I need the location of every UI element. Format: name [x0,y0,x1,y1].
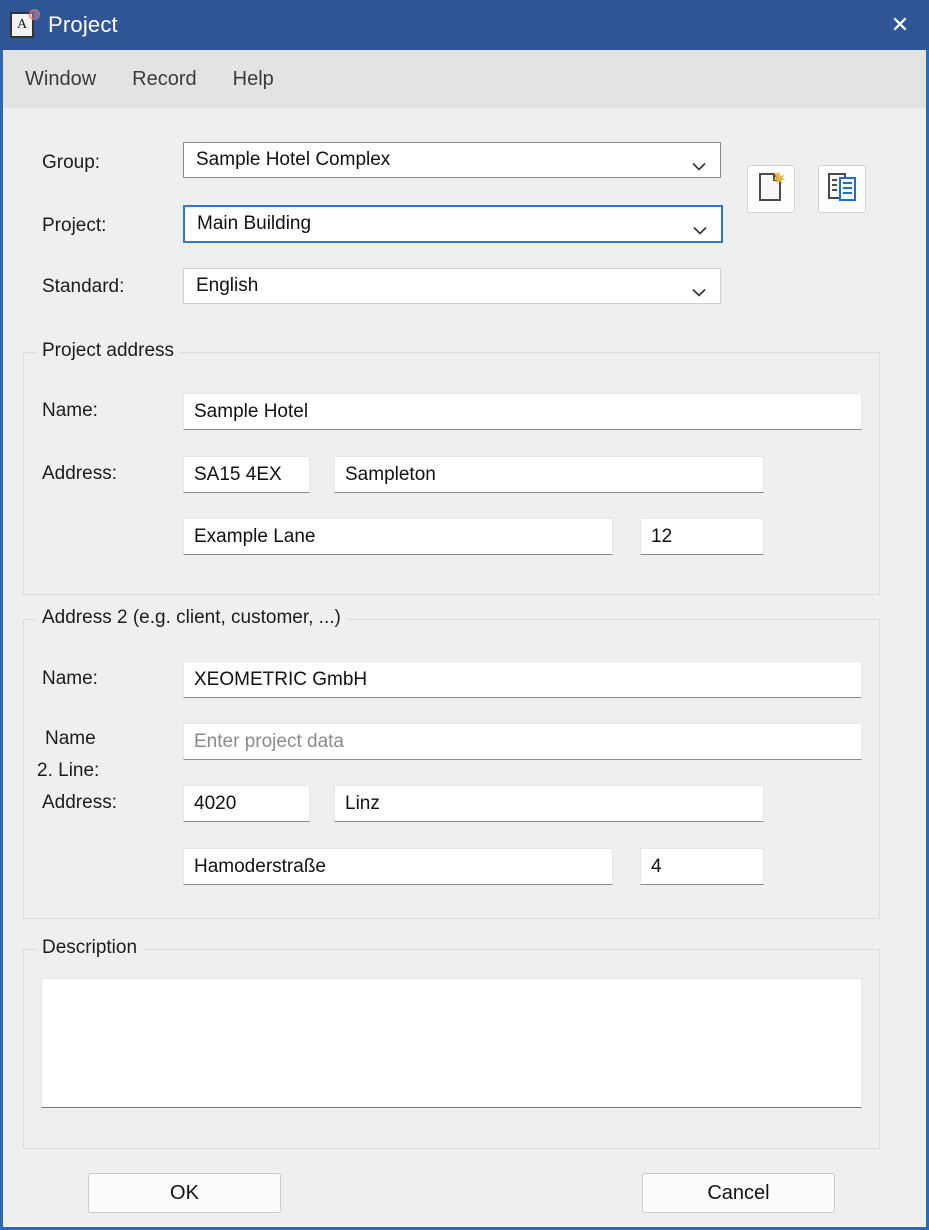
address2-zip-input[interactable]: 4020 [183,785,310,822]
copy-document-icon [826,171,858,208]
cancel-button[interactable]: Cancel [642,1173,835,1213]
address2-number-input[interactable]: 4 [640,848,764,885]
address2-name-input[interactable]: XEOMETRIC GmbH [183,661,862,698]
standard-combobox-value: English [196,275,259,296]
project-address-name-input[interactable]: Sample Hotel [183,393,862,430]
menu-item-record[interactable]: Record [132,68,196,91]
menu-item-window[interactable]: Window [25,68,96,91]
group-combobox[interactable]: Sample Hotel Complex [183,142,721,178]
group-label: Group: [42,152,101,173]
menu-bar: Window Record Help [3,50,926,108]
title-bar: A Project ✕ [0,0,929,50]
chevron-down-icon [693,220,707,235]
project-dialog-window: A Project ✕ Window Record Help Group: Sa… [0,0,929,1230]
project-label: Project: [42,215,107,236]
group-combobox-value: Sample Hotel Complex [196,149,391,170]
project-combobox[interactable]: Main Building [183,205,723,243]
standard-combobox[interactable]: English [183,268,721,304]
new-project-button[interactable] [747,165,795,213]
project-address-name-label: Name: [42,400,98,421]
window-title: Project [48,12,118,37]
description-group-title: Description [36,937,144,959]
project-address-city-input[interactable]: Sampleton [334,456,764,493]
new-document-icon [756,171,786,208]
close-icon[interactable]: ✕ [871,0,929,50]
menu-item-help[interactable]: Help [233,68,274,91]
address2-group-title: Address 2 (e.g. client, customer, ...) [36,607,347,629]
address2-name2-label-line1: Name [45,728,96,749]
dialog-body: Group: Sample Hotel Complex Project: Mai… [3,108,926,1227]
address2-name2-input[interactable]: Enter project data [183,723,862,760]
address2-address-label: Address: [42,792,117,813]
project-address-group-title: Project address [36,340,181,362]
chevron-down-icon [692,282,706,297]
project-address-address-label: Address: [42,463,117,484]
project-combobox-value: Main Building [197,213,312,234]
project-address-street-input[interactable]: Example Lane [183,518,613,555]
project-address-number-input[interactable]: 12 [640,518,764,555]
address2-city-input[interactable]: Linz [334,785,764,822]
description-textarea[interactable] [41,978,862,1108]
address2-name-label: Name: [42,668,98,689]
document-A-icon: A [10,9,40,38]
address2-street-input[interactable]: Hamoderstraße [183,848,613,885]
copy-project-button[interactable] [818,165,866,213]
standard-label: Standard: [42,276,125,297]
chevron-down-icon [692,156,706,171]
address2-name2-label-line2: 2. Line: [37,760,100,781]
ok-button[interactable]: OK [88,1173,281,1213]
project-address-zip-input[interactable]: SA15 4EX [183,456,310,493]
